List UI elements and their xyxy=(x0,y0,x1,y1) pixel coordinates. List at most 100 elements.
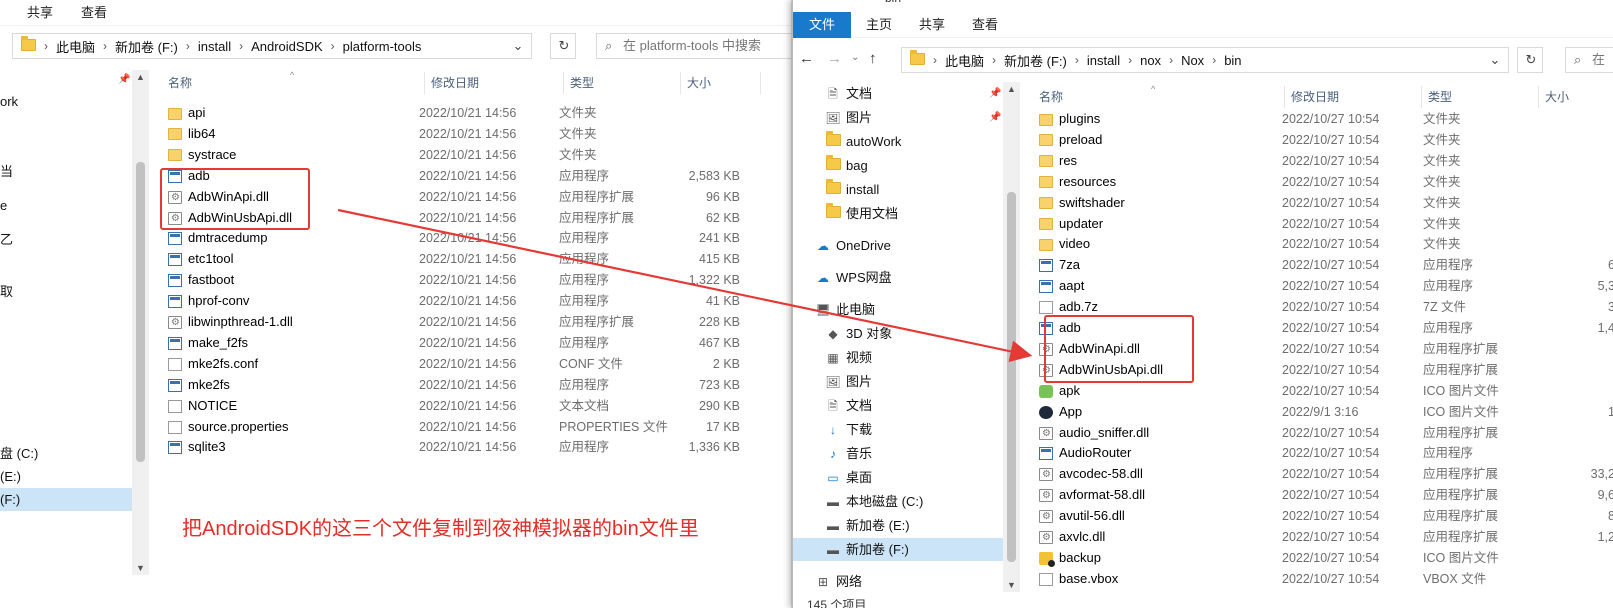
breadcrumb-item[interactable]: install xyxy=(192,39,237,54)
nav-item[interactable]: e xyxy=(0,194,7,217)
nav-item[interactable]: ▦ 视频 xyxy=(793,346,1003,369)
scroll-down-icon[interactable]: ▼ xyxy=(132,563,149,573)
table-row[interactable]: avutil-56.dll 2022/10/27 10:54 应用程序扩展 8 xyxy=(1039,506,1613,527)
column-size[interactable]: 大小 xyxy=(1539,86,1613,108)
nav-scrollbar[interactable]: ▲ ▼ xyxy=(1003,82,1020,592)
table-row[interactable]: api 2022/10/21 14:56 文件夹 xyxy=(168,103,768,124)
column-name[interactable]: 名称 xyxy=(162,72,425,94)
table-row[interactable]: systrace 2022/10/21 14:56 文件夹 xyxy=(168,145,768,166)
breadcrumb-item[interactable]: AndroidSDK xyxy=(245,39,329,54)
nav-item[interactable]: ork xyxy=(0,90,18,113)
breadcrumb-item[interactable]: Nox xyxy=(1175,53,1210,68)
nav-item[interactable]: 取 xyxy=(0,280,13,303)
table-row[interactable]: make_f2fs 2022/10/21 14:56 应用程序 467 KB xyxy=(168,333,768,354)
nav-item-selected[interactable]: (F:) xyxy=(0,488,132,511)
nav-item[interactable]: 当 xyxy=(0,160,13,183)
tab-share[interactable]: 共享 xyxy=(912,12,952,38)
nav-item[interactable]: ▬ 本地磁盘 (C:) xyxy=(793,490,1003,513)
table-row[interactable]: mke2fs 2022/10/21 14:56 应用程序 723 KB xyxy=(168,375,768,396)
table-row[interactable]: avcodec-58.dll 2022/10/27 10:54 应用程序扩展 33,2 xyxy=(1039,464,1613,485)
nav-item[interactable]: ↓ 下载 xyxy=(793,418,1003,441)
table-row[interactable]: fastboot 2022/10/21 14:56 应用程序 1,322 KB xyxy=(168,270,768,291)
nav-scrollbar[interactable]: ▲ ▼ xyxy=(132,70,149,575)
nav-item[interactable]: 🗎 文档 📌 xyxy=(793,82,1003,105)
table-row[interactable]: dmtracedump 2022/10/21 14:56 应用程序 241 KB xyxy=(168,228,768,249)
breadcrumb-item[interactable]: nox xyxy=(1134,53,1167,68)
nav-item[interactable]: bag xyxy=(793,154,1003,177)
table-row[interactable]: avformat-58.dll 2022/10/27 10:54 应用程序扩展 9,6 xyxy=(1039,485,1613,506)
table-row[interactable]: 7za 2022/10/27 10:54 应用程序 6 xyxy=(1039,255,1613,276)
scroll-down-icon[interactable]: ▼ xyxy=(1003,580,1020,590)
table-row[interactable]: aapt 2022/10/27 10:54 应用程序 5,3 xyxy=(1039,276,1613,297)
tab-share[interactable]: 共享 xyxy=(20,0,60,26)
nav-item[interactable]: ◆ 3D 对象 xyxy=(793,322,1003,345)
chevron-down-icon[interactable]: ⌄ xyxy=(1482,48,1508,72)
refresh-button[interactable]: ↻ xyxy=(1517,47,1543,73)
scroll-up-icon[interactable]: ▲ xyxy=(1003,84,1020,94)
breadcrumb-item[interactable]: 新加卷 (F:) xyxy=(998,51,1073,70)
nav-item[interactable]: ☁ OneDrive xyxy=(793,234,1003,257)
breadcrumb-item[interactable]: bin xyxy=(1218,53,1247,68)
table-row[interactable]: mke2fs.conf 2022/10/21 14:56 CONF 文件 2 KB xyxy=(168,354,768,375)
table-row[interactable]: hprof-conv 2022/10/21 14:56 应用程序 41 KB xyxy=(168,291,768,312)
breadcrumb-item[interactable]: platform-tools xyxy=(337,39,428,54)
table-row[interactable]: AudioRouter 2022/10/27 10:54 应用程序 xyxy=(1039,443,1613,464)
refresh-button[interactable]: ↻ xyxy=(550,33,576,59)
nav-item[interactable]: 🗎 文档 xyxy=(793,394,1003,417)
table-row[interactable]: etc1tool 2022/10/21 14:56 应用程序 415 KB xyxy=(168,249,768,270)
column-date[interactable]: 修改日期 xyxy=(1285,86,1422,108)
table-row[interactable]: apk 2022/10/27 10:54 ICO 图片文件 xyxy=(1039,381,1613,402)
scroll-thumb[interactable] xyxy=(1007,192,1016,562)
table-row[interactable]: axvlc.dll 2022/10/27 10:54 应用程序扩展 1,2 xyxy=(1039,527,1613,548)
table-row[interactable]: swiftshader 2022/10/27 10:54 文件夹 xyxy=(1039,193,1613,214)
table-row[interactable]: NOTICE 2022/10/21 14:56 文本文档 290 KB xyxy=(168,396,768,417)
address-bar[interactable]: › 此电脑 › 新加卷 (F:) › install › AndroidSDK … xyxy=(12,33,532,59)
nav-item[interactable]: ⊞ 网络 xyxy=(793,570,1003,593)
tab-home[interactable]: 主页 xyxy=(859,12,899,38)
breadcrumb-item[interactable]: 此电脑 xyxy=(939,51,990,70)
table-row[interactable]: video 2022/10/27 10:54 文件夹 xyxy=(1039,234,1613,255)
table-row[interactable]: libwinpthread-1.dll 2022/10/21 14:56 应用程序扩… xyxy=(168,312,768,333)
recent-dropdown-icon[interactable]: ⌄ xyxy=(851,52,859,63)
nav-item[interactable]: 盘 (C:) xyxy=(0,442,38,465)
tab-view[interactable]: 查看 xyxy=(74,0,114,26)
back-arrow-icon[interactable]: ← xyxy=(799,50,814,67)
search-input[interactable]: ⌕ 在 platform-tools 中搜索 xyxy=(596,33,791,59)
table-row[interactable]: lib64 2022/10/21 14:56 文件夹 xyxy=(168,124,768,145)
chevron-down-icon[interactable]: ⌄ xyxy=(505,34,531,58)
nav-item[interactable]: ▬ 新加卷 (F:) xyxy=(793,538,1003,561)
forward-arrow-icon[interactable]: → xyxy=(827,50,842,67)
tab-file[interactable]: 文件 xyxy=(793,12,851,38)
nav-item[interactable]: 🖼 图片 📌 xyxy=(793,106,1003,129)
table-row[interactable]: backup 2022/10/27 10:54 ICO 图片文件 xyxy=(1039,548,1613,569)
up-arrow-icon[interactable]: ↑ xyxy=(869,50,877,67)
table-row[interactable]: preload 2022/10/27 10:54 文件夹 xyxy=(1039,130,1613,151)
nav-item[interactable]: ☁ WPS网盘 xyxy=(793,266,1003,289)
pin-icon[interactable]: 📌 xyxy=(989,106,1001,129)
column-name[interactable]: 名称 xyxy=(1033,86,1285,108)
nav-item[interactable]: 🖼 图片 xyxy=(793,370,1003,393)
breadcrumb-item[interactable]: 此电脑 xyxy=(50,37,101,56)
pin-icon[interactable]: 📌 xyxy=(989,82,1001,105)
tab-view[interactable]: 查看 xyxy=(965,12,1005,38)
nav-item[interactable]: 🖥 此电脑 xyxy=(793,298,1003,321)
table-row[interactable]: resources 2022/10/27 10:54 文件夹 xyxy=(1039,172,1613,193)
table-row[interactable]: plugins 2022/10/27 10:54 文件夹 xyxy=(1039,109,1613,130)
table-row[interactable]: source.properties 2022/10/21 14:56 PROPERT… xyxy=(168,417,768,438)
nav-item[interactable]: ▬ 新加卷 (E:) xyxy=(793,514,1003,537)
scroll-thumb[interactable] xyxy=(136,162,145,462)
column-date[interactable]: 修改日期 xyxy=(425,72,564,94)
scroll-up-icon[interactable]: ▲ xyxy=(132,72,149,82)
nav-item[interactable]: ▭ 桌面 xyxy=(793,466,1003,489)
table-row[interactable]: base.vbox 2022/10/27 10:54 VBOX 文件 xyxy=(1039,569,1613,590)
search-input[interactable]: ⌕ 在 xyxy=(1565,47,1613,73)
table-row[interactable]: updater 2022/10/27 10:54 文件夹 xyxy=(1039,214,1613,235)
nav-item[interactable]: install xyxy=(793,178,1003,201)
nav-item[interactable]: 使用文档 xyxy=(793,202,1003,225)
breadcrumb-item[interactable]: 新加卷 (F:) xyxy=(109,37,184,56)
nav-item[interactable]: ♪ 音乐 xyxy=(793,442,1003,465)
breadcrumb-item[interactable]: install xyxy=(1081,53,1126,68)
nav-item[interactable]: autoWork xyxy=(793,130,1003,153)
nav-item[interactable]: (E:) xyxy=(0,465,21,488)
column-size[interactable]: 大小 xyxy=(681,72,761,94)
